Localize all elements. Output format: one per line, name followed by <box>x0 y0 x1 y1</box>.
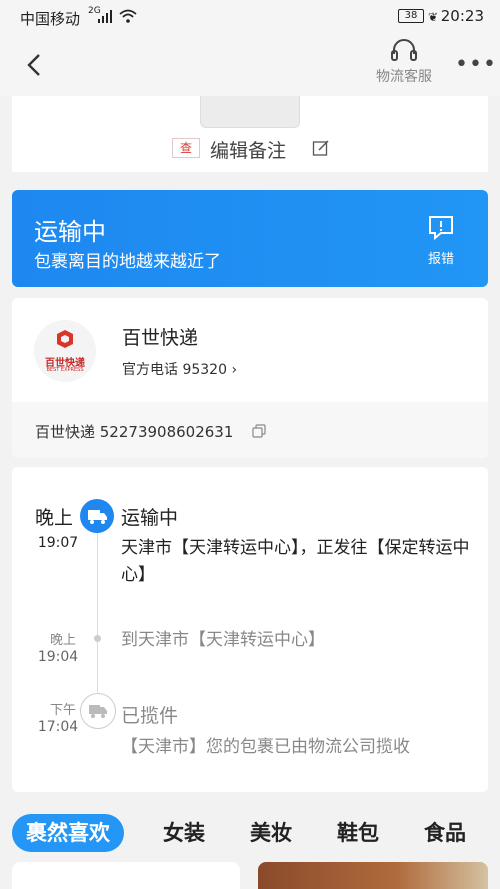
back-arrow-icon[interactable] <box>24 52 46 78</box>
product-thumbnail[interactable] <box>200 96 300 128</box>
tab-shoes-bags[interactable]: 鞋包 <box>337 814 379 852</box>
courier-logo: 百世快递 BEST EXPRESS <box>34 320 96 382</box>
courier-logo-subtext: BEST EXPRESS <box>46 367 84 373</box>
product-card[interactable] <box>258 862 488 889</box>
signal-icon <box>98 9 112 23</box>
timeline-title: 运输中 <box>121 507 179 529</box>
courier-name: 百世快递 <box>122 327 199 349</box>
courier-phone: 官方电话 95320 <box>122 362 227 378</box>
nav-bar: 物流客服 ••• <box>0 34 500 96</box>
courier-card: 百世快递 BEST EXPRESS 百世快递 官方电话 95320 › 百世快递… <box>12 298 488 458</box>
tab-beauty[interactable]: 美妆 <box>250 814 292 852</box>
truck-icon <box>80 499 114 533</box>
carrier-name: 中国移动 <box>20 10 81 28</box>
timeline-day: 晚上 <box>34 507 73 529</box>
timeline-line <box>97 517 98 717</box>
more-icon[interactable]: ••• <box>455 52 497 77</box>
truck-outline-icon <box>80 693 116 729</box>
tab-womenswear[interactable]: 女装 <box>163 814 205 852</box>
timeline-description: 到天津市【天津转运中心】 <box>121 630 325 650</box>
power-saving-icon: ❦ <box>428 10 439 24</box>
clock: 20:23 <box>440 7 484 25</box>
remark-card: 查 编辑备注 <box>12 96 488 172</box>
battery-icon: 38 <box>398 9 424 23</box>
customer-service-button[interactable]: 物流客服 <box>368 36 440 86</box>
chevron-right-icon: › <box>231 362 238 378</box>
copy-icon[interactable] <box>252 424 266 438</box>
dot-icon <box>94 635 101 642</box>
report-error-label: 报错 <box>427 252 454 267</box>
tracking-timeline: 晚上 19:07 运输中 天津市【天津转运中心】，正发往【保定转运中心】 晚上 … <box>12 467 488 792</box>
category-tabs: 裹然喜欢 女装 美妆 鞋包 食品 <box>0 806 500 854</box>
tab-food[interactable]: 食品 <box>424 814 466 852</box>
waybill-row: 百世快递 52273908602631 <box>12 402 488 458</box>
status-bar: 中国移动 2G 38 ❦ 20:23 <box>0 0 500 34</box>
remark-tag: 查 <box>172 138 200 158</box>
courier-phone-link[interactable]: 官方电话 95320 › <box>122 359 237 379</box>
shipment-status-title: 运输中 <box>34 218 106 246</box>
timeline-description: 【天津市】您的包裹已由物流公司揽收 <box>121 737 410 757</box>
customer-service-label: 物流客服 <box>376 69 432 85</box>
timeline-day: 晚上 <box>49 633 76 648</box>
timeline-time: 19:07 <box>37 535 79 551</box>
tab-recommended[interactable]: 裹然喜欢 <box>12 814 124 852</box>
shipment-status-subtitle: 包裹离目的地越来越近了 <box>34 252 221 272</box>
timeline-time: 19:04 <box>37 649 79 665</box>
courier-logo-mark <box>57 330 73 348</box>
product-card[interactable] <box>12 862 240 889</box>
wifi-icon <box>119 9 137 23</box>
report-error-button[interactable]: 报错 <box>420 214 462 267</box>
edit-remark-link[interactable]: 编辑备注 <box>210 136 286 163</box>
headset-icon <box>391 39 417 61</box>
report-icon <box>429 216 453 241</box>
timeline-title: 已揽件 <box>121 705 179 727</box>
timeline-time: 17:04 <box>37 719 79 735</box>
timeline-description: 天津市【天津转运中心】，正发往【保定转运中心】 <box>121 538 470 585</box>
waybill-number: 百世快递 52273908602631 <box>35 423 234 441</box>
edit-icon[interactable] <box>312 139 330 157</box>
product-feed <box>0 858 500 889</box>
shipment-status-banner: 运输中 包裹离目的地越来越近了 报错 <box>12 190 488 287</box>
